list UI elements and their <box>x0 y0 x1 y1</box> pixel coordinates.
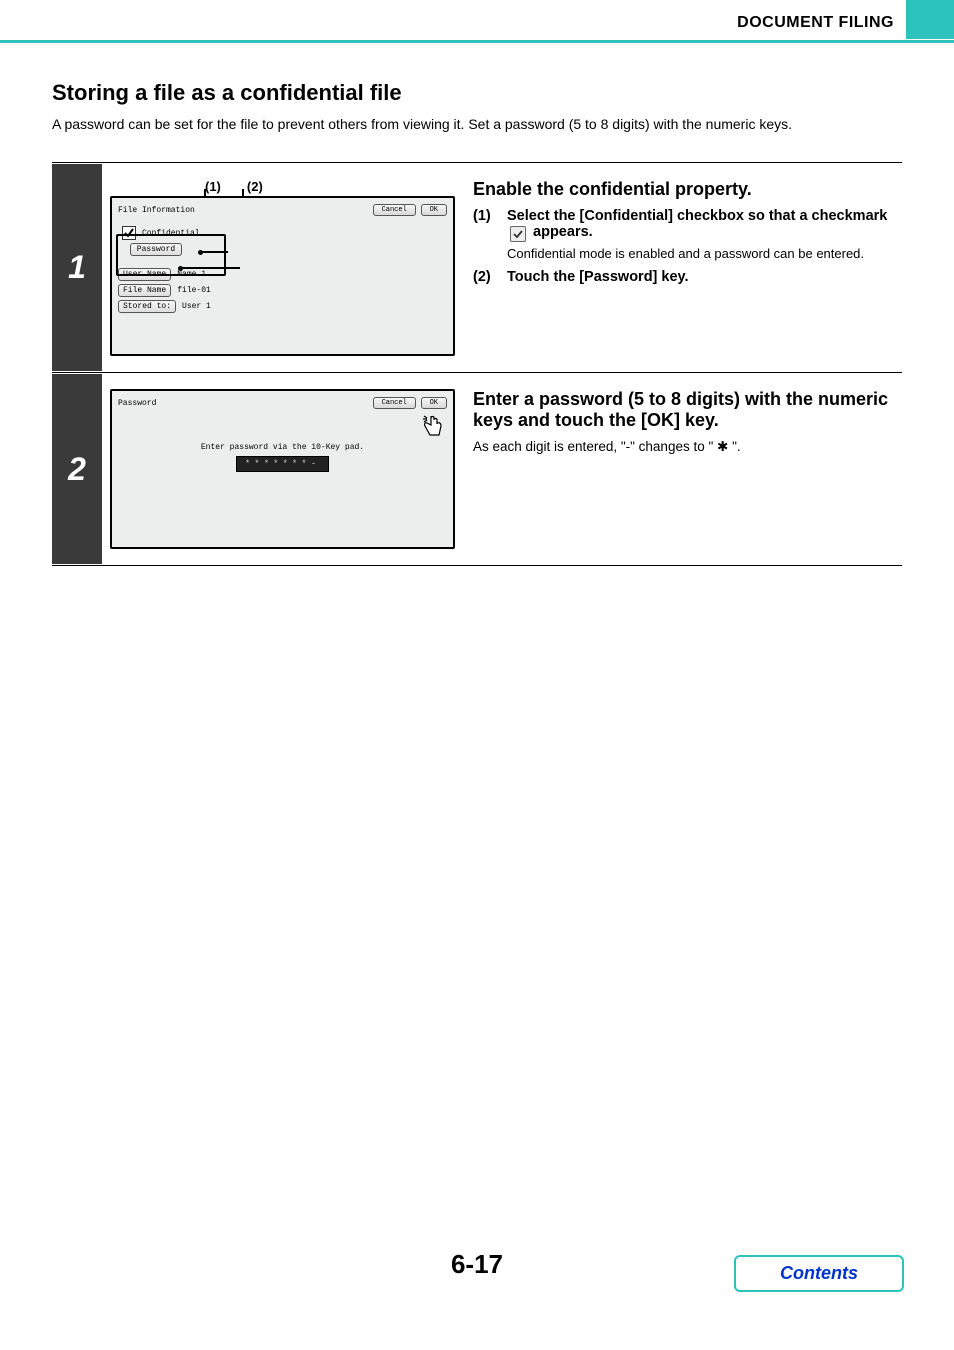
ok-button[interactable]: OK <box>421 397 447 409</box>
checkmark-icon <box>510 226 526 242</box>
substep-number: (2) <box>473 269 497 285</box>
username-field-label[interactable]: User Name <box>118 268 171 281</box>
contents-button[interactable]: Contents <box>734 1255 904 1292</box>
password-display: *******- <box>236 456 329 472</box>
header-rule <box>0 40 954 43</box>
step-2: 2 Password Cancel OK <box>52 373 902 566</box>
step-number: 2 <box>52 374 102 564</box>
file-info-panel: File Information Cancel OK Confidential <box>110 196 455 356</box>
storedto-value: User 1 <box>178 301 215 312</box>
filename-field-label[interactable]: File Name <box>118 284 171 297</box>
panel-title: File Information <box>118 206 195 215</box>
breadcrumb: DOCUMENT FILING <box>737 14 894 32</box>
section-title: Storing a file as a confidential file <box>52 80 902 106</box>
panel-title: Password <box>118 399 156 408</box>
storedto-field-label[interactable]: Stored to: <box>118 300 176 313</box>
figure-marker-1: (1) <box>205 179 221 194</box>
substep-number: (1) <box>473 208 497 224</box>
step2-heading: Enter a password (5 to 8 digits) with th… <box>473 389 902 431</box>
step1-heading: Enable the confidential property. <box>473 179 902 200</box>
substep1-sub: Confidential mode is enabled and a passw… <box>507 246 902 261</box>
step-1: 1 (1) (2) File Information Cancel OK <box>52 163 902 373</box>
section-intro: A password can be set for the file to pr… <box>52 116 902 132</box>
cancel-button[interactable]: Cancel <box>373 397 416 409</box>
cancel-button[interactable]: Cancel <box>373 204 416 216</box>
step2-desc-a: As each digit is entered, "-" changes to… <box>473 439 717 454</box>
substep2-text: Touch the [Password] key. <box>507 269 689 285</box>
password-instruction: Enter password via the 10-Key pad. <box>118 443 447 452</box>
password-panel: Password Cancel OK Enter password via th… <box>110 389 455 549</box>
step2-desc-b: ". <box>728 439 740 454</box>
asterisk-icon: ✱ <box>717 439 728 454</box>
filename-value: file-01 <box>173 285 215 296</box>
header-accent <box>906 0 954 39</box>
substep1-text-b: appears. <box>533 224 593 240</box>
substep1-text-a: Select the [Confidential] checkbox so th… <box>507 208 887 224</box>
ok-button[interactable]: OK <box>421 204 447 216</box>
password-button[interactable]: Password <box>130 243 182 256</box>
touch-hand-icon <box>419 413 445 442</box>
confidential-label: Confidential <box>142 229 200 238</box>
figure-marker-2: (2) <box>247 179 263 194</box>
confidential-checkbox[interactable] <box>122 226 136 240</box>
step-number: 1 <box>52 164 102 371</box>
